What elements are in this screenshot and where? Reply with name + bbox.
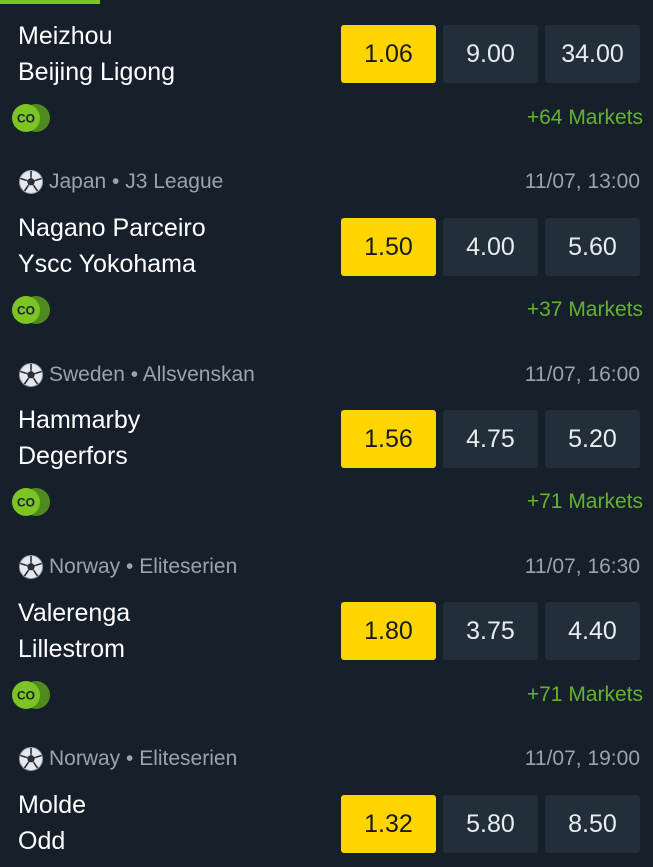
soccer-ball-icon [19,747,43,771]
home-team: Nagano Parceiro [18,214,206,242]
cash-out-icon: CO [12,681,50,709]
more-markets-link[interactable]: +37 Markets [527,298,643,322]
odd-away-button[interactable]: 4.40 [545,602,640,660]
soccer-ball-icon [19,170,43,194]
cash-out-icon: CO [12,296,50,324]
match-teams: Hammarby Degerfors [18,402,140,474]
odd-draw-button[interactable]: 3.75 [443,602,538,660]
more-markets-link[interactable]: +64 Markets [527,106,643,130]
odd-home-button[interactable]: 1.32 [341,795,436,853]
odds-row: 1.32 5.80 8.50 [341,795,640,853]
league-label: Japan • J3 League [49,170,224,193]
home-team: Hammarby [18,406,141,434]
odd-away-button[interactable]: 8.50 [545,795,640,853]
match-teams: Meizhou Beijing Ligong [18,18,175,90]
more-markets-link[interactable]: +71 Markets [527,683,643,707]
kickoff-time: 11/07, 16:30 [524,555,640,578]
match-meta: Japan • J3 League 11/07, 13:00 [18,167,640,197]
odd-home-button[interactable]: 1.50 [341,218,436,276]
cash-out-icon: CO [12,488,50,516]
odds-row: 1.50 4.00 5.60 [341,218,640,276]
odd-draw-button[interactable]: 4.00 [443,218,538,276]
soccer-ball-icon [19,363,43,387]
away-team: Degerfors [18,442,128,470]
home-team: Valerenga [18,599,131,627]
odd-draw-button[interactable]: 4.75 [443,410,538,468]
league-label: Sweden • Allsvenskan [49,363,255,386]
odd-away-button[interactable]: 5.20 [545,410,640,468]
match-teams: Molde Odd [18,787,86,859]
soccer-ball-icon [19,555,43,579]
odds-row: 1.06 9.00 34.00 [341,25,640,83]
league-label: Norway • Eliteserien [49,747,238,770]
kickoff-time: 11/07, 16:00 [524,363,640,386]
match-meta: Norway • Eliteserien 11/07, 16:30 [18,552,640,582]
match-teams: Valerenga Lillestrom [18,595,130,667]
odd-draw-button[interactable]: 5.80 [443,795,538,853]
odd-home-button[interactable]: 1.06 [341,25,436,83]
svg-text:CO: CO [17,496,35,510]
svg-text:CO: CO [17,304,35,318]
odd-home-button[interactable]: 1.80 [341,602,436,660]
more-markets-link[interactable]: +71 Markets [527,490,643,514]
odd-home-button[interactable]: 1.56 [341,410,436,468]
match-teams: Nagano Parceiro Yscc Yokohama [18,210,206,282]
home-team: Meizhou [18,22,113,50]
svg-text:CO: CO [17,689,35,703]
away-team: Beijing Ligong [18,58,176,86]
away-team: Yscc Yokohama [18,250,196,278]
away-team: Odd [18,827,66,855]
match-meta: Norway • Eliteserien 11/07, 19:00 [18,744,640,774]
odds-row: 1.80 3.75 4.40 [341,602,640,660]
svg-text:CO: CO [17,112,35,126]
cash-out-icon: CO [12,104,50,132]
active-tab-indicator [0,0,100,4]
home-team: Molde [18,791,87,819]
odd-draw-button[interactable]: 9.00 [443,25,538,83]
away-team: Lillestrom [18,635,125,663]
odd-away-button[interactable]: 34.00 [545,25,640,83]
league-label: Norway • Eliteserien [49,555,238,578]
kickoff-time: 11/07, 13:00 [524,170,640,193]
odds-row: 1.56 4.75 5.20 [341,410,640,468]
odd-away-button[interactable]: 5.60 [545,218,640,276]
kickoff-time: 11/07, 19:00 [524,747,640,770]
match-meta: Sweden • Allsvenskan 11/07, 16:00 [18,360,640,390]
